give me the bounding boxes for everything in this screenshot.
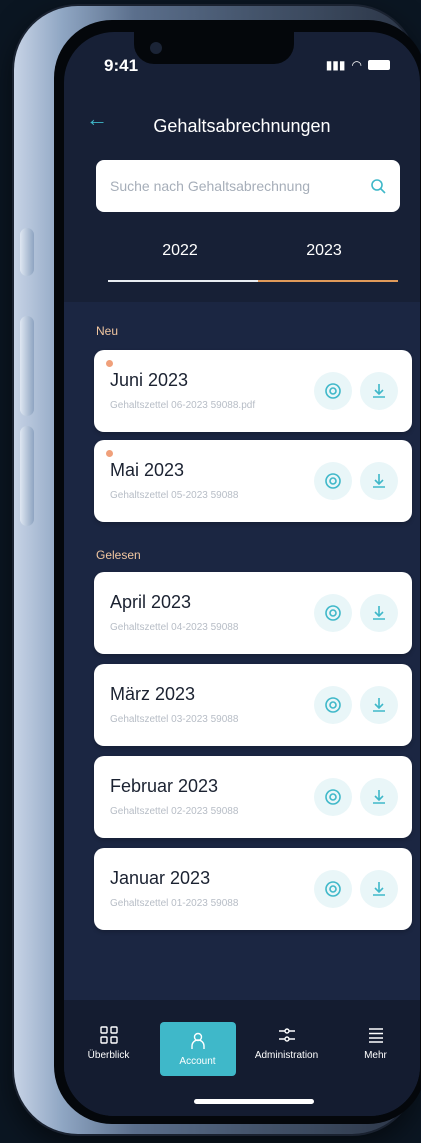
section-label-new: Neu (96, 324, 119, 338)
volume-up-button (20, 316, 34, 416)
download-button[interactable] (360, 594, 398, 632)
download-icon (373, 384, 385, 398)
nav-label: Mehr (364, 1050, 387, 1061)
payslip-filename: Gehaltszettel 02-2023 59088 (110, 806, 239, 817)
payslip-card[interactable]: Juni 2023 Gehaltszettel 06-2023 59088.pd… (94, 350, 412, 432)
nav-more[interactable]: Mehr (338, 1026, 414, 1061)
page-title: Gehaltsabrechnungen (153, 116, 331, 136)
tab-underline-active (258, 280, 398, 282)
unread-dot (106, 450, 113, 457)
payslip-filename: Gehaltszettel 06-2023 59088.pdf (110, 400, 256, 411)
search-input[interactable]: Suche nach Gehaltsabrechnung (96, 160, 400, 212)
tab-2023[interactable]: 2023 (252, 236, 396, 276)
payslip-card[interactable]: März 2023 Gehaltszettel 03-2023 59088 (94, 664, 412, 746)
status-time: 9:41 (104, 56, 139, 75)
nav-label: Überblick (87, 1050, 130, 1061)
wifi-icon: ◠ (351, 58, 362, 72)
volume-down-button (20, 426, 34, 526)
download-icon (373, 606, 385, 620)
payslip-title: Februar 2023 (110, 776, 219, 796)
eye-icon (325, 473, 341, 489)
signal-icon: ▮▮▮ (325, 58, 346, 72)
unread-dot (106, 360, 113, 367)
payslip-card[interactable]: April 2023 Gehaltszettel 04-2023 59088 (94, 572, 412, 654)
payslip-filename: Gehaltszettel 03-2023 59088 (110, 714, 239, 725)
search-icon[interactable] (370, 178, 386, 194)
payslip-filename: Gehaltszettel 05-2023 59088 (110, 490, 239, 501)
download-button[interactable] (360, 778, 398, 816)
tab-2022[interactable]: 2022 (108, 236, 252, 276)
download-icon (373, 882, 385, 896)
payslip-title: Juni 2023 (110, 370, 189, 390)
payslip-card[interactable]: Januar 2023 Gehaltszettel 01-2023 59088 (94, 848, 412, 930)
payslip-filename: Gehaltszettel 01-2023 59088 (110, 898, 239, 909)
phone-frame: 9:41 ▮▮▮ ◠ ← Gehaltsabrechnungen Suche n… (14, 6, 421, 1134)
sliders-icon (278, 1028, 295, 1042)
nav-overview[interactable]: Überblick (71, 1026, 147, 1061)
download-icon (373, 474, 385, 488)
front-camera (150, 42, 162, 54)
download-button[interactable] (360, 462, 398, 500)
eye-icon (325, 605, 341, 621)
user-icon (190, 1032, 205, 1049)
tab-underline (108, 280, 258, 282)
payslip-card[interactable]: Mai 2023 Gehaltszettel 05-2023 59088 (94, 440, 412, 522)
view-button[interactable] (314, 870, 352, 908)
battery-icon (368, 60, 390, 70)
grid-icon (99, 1026, 118, 1044)
mute-switch (20, 228, 34, 276)
download-button[interactable] (360, 686, 398, 724)
nav-label: Administration (254, 1050, 319, 1061)
download-button[interactable] (360, 372, 398, 410)
view-button[interactable] (314, 778, 352, 816)
nav-account[interactable]: Account (159, 1022, 236, 1076)
year-tabs: 2022 2023 (108, 236, 396, 276)
payslip-title: Januar 2023 (110, 868, 211, 888)
payslip-filename: Gehaltszettel 04-2023 59088 (110, 622, 239, 633)
payslip-title: Mai 2023 (110, 460, 185, 480)
home-indicator (194, 1099, 314, 1104)
search-placeholder: Suche nach Gehaltsabrechnung (110, 178, 311, 194)
nav-administration[interactable]: Administration (249, 1026, 325, 1061)
view-button[interactable] (314, 594, 352, 632)
eye-icon (325, 697, 341, 713)
menu-icon (368, 1028, 383, 1043)
status-icons: ▮▮▮ ◠ (326, 58, 390, 72)
view-button[interactable] (314, 372, 352, 410)
section-label-read: Gelesen (96, 548, 141, 562)
view-button[interactable] (314, 462, 352, 500)
nav-label: Account (179, 1055, 216, 1067)
payslip-title: April 2023 (110, 592, 192, 612)
eye-icon (325, 881, 341, 897)
eye-icon (325, 789, 341, 805)
payslip-title: März 2023 (110, 684, 196, 704)
download-icon (373, 698, 385, 712)
download-icon (373, 790, 385, 804)
eye-icon (325, 383, 341, 399)
view-button[interactable] (314, 686, 352, 724)
payslip-card[interactable]: Februar 2023 Gehaltszettel 02-2023 59088 (94, 756, 412, 838)
app-screen: 9:41 ▮▮▮ ◠ ← Gehaltsabrechnungen Suche n… (64, 32, 420, 1116)
download-button[interactable] (360, 870, 398, 908)
